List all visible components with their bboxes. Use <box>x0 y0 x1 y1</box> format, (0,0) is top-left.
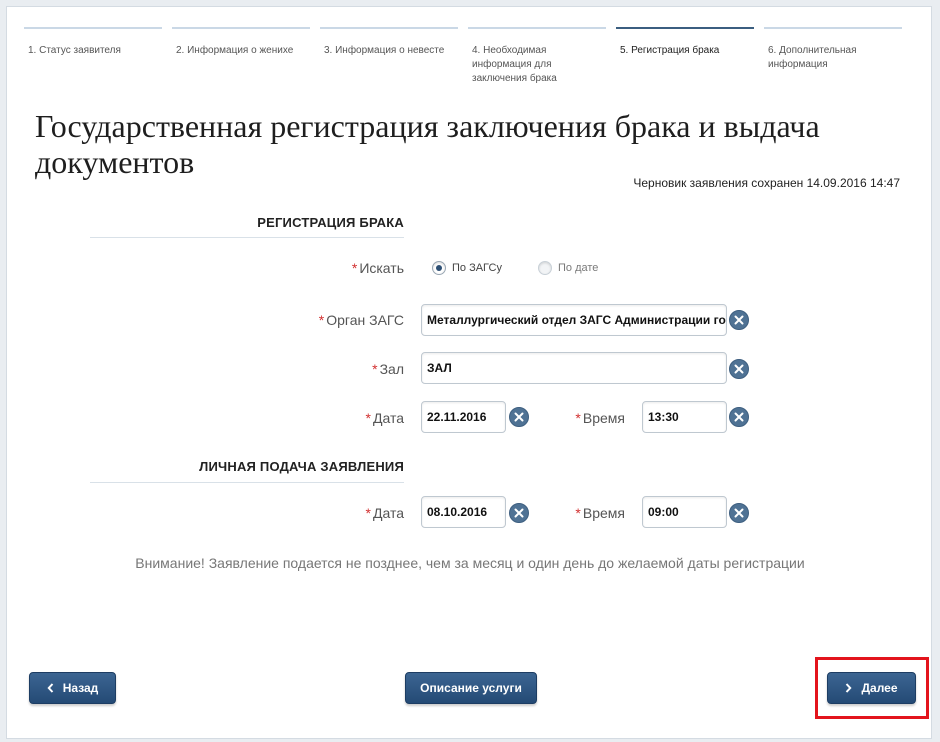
submission-time-input[interactable]: 09:00 <box>642 496 727 528</box>
page-title: Государственная регистрация заключения б… <box>35 108 820 180</box>
chevron-left-icon <box>47 683 53 693</box>
radio-checked-icon <box>432 261 446 275</box>
service-description-button[interactable]: Описание услуги <box>405 672 537 704</box>
hall-input[interactable]: ЗАЛ <box>421 352 727 384</box>
step-progress: 1. Статус заявителя 2. Информация о жени… <box>24 27 917 84</box>
step-label: 3. Информация о невесте <box>324 45 445 56</box>
radio-label: По дате <box>558 262 599 274</box>
step-2[interactable]: 2. Информация о женихе <box>172 27 310 67</box>
clear-organ-button[interactable] <box>729 310 749 330</box>
clear-time-button[interactable] <box>729 503 749 523</box>
close-icon <box>734 364 744 374</box>
close-icon <box>734 412 744 422</box>
time-label: * Время <box>575 505 625 521</box>
radio-label: По ЗАГСу <box>452 262 502 274</box>
radio-by-zags[interactable]: По ЗАГСу <box>432 261 502 275</box>
search-label: * Искать <box>351 260 404 276</box>
notice-text: Внимание! Заявление подается не позднее,… <box>135 555 805 571</box>
section-divider <box>90 237 404 238</box>
step-label: 4. Необходимая информация для заключения… <box>472 45 557 84</box>
date-label: * Дата <box>365 505 404 521</box>
radio-unchecked-icon <box>538 261 552 275</box>
close-icon <box>734 508 744 518</box>
step-5-active[interactable]: 5. Регистрация брака <box>616 27 754 67</box>
step-label: 2. Информация о женихе <box>176 45 294 56</box>
step-6[interactable]: 6. Дополнительная информация <box>764 27 902 70</box>
next-button-highlight <box>815 657 929 719</box>
hall-label: * Зал <box>372 361 404 377</box>
close-icon <box>734 315 744 325</box>
organ-label: * Орган ЗАГС <box>318 312 404 328</box>
step-3[interactable]: 3. Информация о невесте <box>320 27 458 67</box>
draft-status: Черновик заявления сохранен 14.09.2016 1… <box>633 176 900 190</box>
registration-time-input[interactable]: 13:30 <box>642 401 727 433</box>
back-button-label: Назад <box>62 681 99 695</box>
step-1[interactable]: 1. Статус заявителя <box>24 27 162 67</box>
time-label: * Время <box>575 410 625 426</box>
clear-time-button[interactable] <box>729 407 749 427</box>
organ-zags-input[interactable]: Металлургический отдел ЗАГС Администраци… <box>421 304 727 336</box>
step-4[interactable]: 4. Необходимая информация для заключения… <box>468 27 606 84</box>
section-title-registration: РЕГИСТРАЦИЯ БРАКА <box>257 215 404 230</box>
step-label: 1. Статус заявителя <box>28 45 121 56</box>
step-label: 5. Регистрация брака <box>620 45 720 56</box>
clear-hall-button[interactable] <box>729 359 749 379</box>
section-title-submission: ЛИЧНАЯ ПОДАЧА ЗАЯВЛЕНИЯ <box>199 459 404 474</box>
radio-by-date[interactable]: По дате <box>538 261 598 275</box>
date-label: * Дата <box>365 410 404 426</box>
service-description-label: Описание услуги <box>420 681 522 695</box>
section-divider <box>90 482 404 483</box>
back-button[interactable]: Назад <box>29 672 116 704</box>
step-label: 6. Дополнительная информация <box>768 45 857 70</box>
